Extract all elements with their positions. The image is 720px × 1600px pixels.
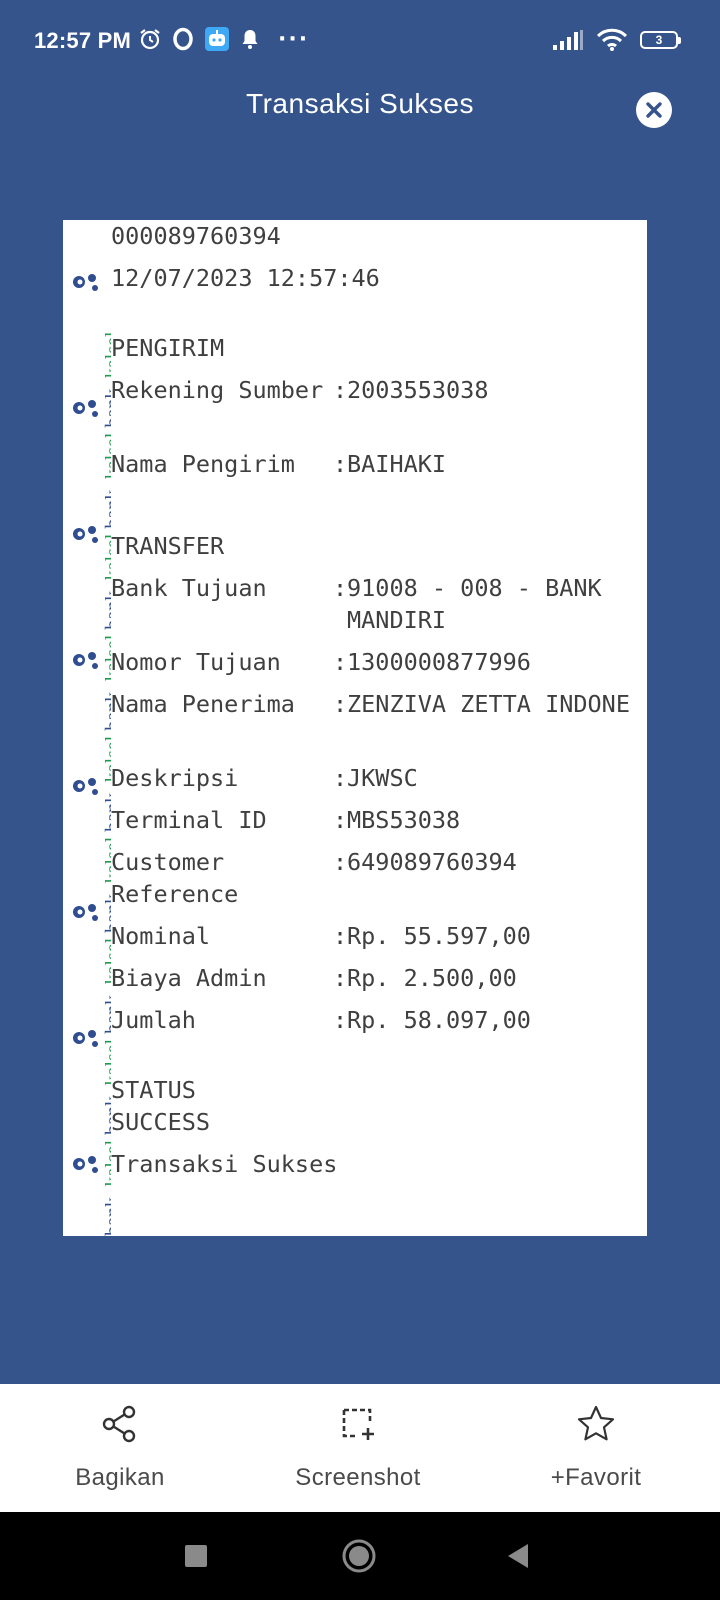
row-separator: : — [333, 964, 348, 992]
share-label: Bagikan — [75, 1464, 165, 1491]
row-separator: : — [333, 574, 348, 602]
watermark-dots — [73, 274, 98, 1173]
star-icon — [577, 1405, 615, 1441]
row-separator: : — [333, 690, 348, 718]
status-time: 12:57 PM — [34, 28, 131, 53]
status-notification-icons: ··· — [138, 26, 309, 52]
signal-icon — [553, 30, 583, 50]
alarm-icon — [140, 29, 160, 50]
favorite-label: +Favorit — [550, 1464, 642, 1491]
status-system-icons: 3 — [552, 28, 681, 52]
action-bar: Bagikan Screenshot +Favorit — [0, 1384, 720, 1512]
status-message: Transaksi Sukses — [111, 1150, 338, 1178]
close-icon — [646, 102, 662, 118]
row-value: Rp. 2.500,00 — [347, 964, 517, 992]
transfer-heading: TRANSFER — [111, 532, 225, 560]
opera-icon — [173, 27, 193, 51]
row-label: Rekening Sumber — [111, 376, 324, 404]
share-icon — [102, 1405, 136, 1443]
status-heading: STATUS — [111, 1076, 196, 1104]
row-label: Deskripsi — [111, 764, 239, 792]
row-label: Nama Pengirim — [111, 450, 295, 478]
row-value: MBS53038 — [347, 806, 461, 834]
row-label: Nomor Tujuan — [111, 648, 281, 676]
row-separator: : — [333, 450, 348, 478]
row-value: Rp. 58.097,00 — [347, 1006, 531, 1034]
row-label: Bank Tujuan — [111, 574, 267, 602]
row-separator: : — [333, 376, 348, 404]
row-label: Nominal — [111, 922, 211, 950]
wifi-icon — [596, 28, 628, 51]
share-button[interactable]: Bagikan — [20, 1404, 220, 1492]
more-notifications-icon: ··· — [278, 26, 310, 52]
row-separator: : — [333, 848, 348, 876]
row-separator: : — [333, 922, 348, 950]
row-value: 649089760394 — [347, 848, 517, 876]
screenshot-button[interactable]: Screenshot — [258, 1404, 458, 1492]
row-label: Customer Reference — [111, 848, 239, 908]
sender-heading: PENGIRIM — [111, 334, 225, 362]
status-bar: 12:57 PM ··· 3 — [0, 0, 720, 82]
row-separator: : — [333, 648, 348, 676]
back-icon[interactable] — [506, 1542, 530, 1570]
robot-app-icon — [205, 27, 229, 51]
bell-icon — [242, 30, 258, 49]
row-label: Terminal ID — [111, 806, 267, 834]
row-value: 91008 - 008 - BANK MANDIRI — [347, 574, 602, 634]
row-separator: : — [333, 1006, 348, 1034]
row-value: Rp. 55.597,00 — [347, 922, 531, 950]
row-value: ZENZIVA ZETTA INDONE — [347, 690, 630, 718]
favorite-button[interactable]: +Favorit — [496, 1404, 696, 1492]
battery-icon: 3 — [640, 31, 681, 49]
reference-number: 000089760394 — [111, 222, 281, 250]
status-value: SUCCESS — [111, 1108, 211, 1136]
row-value: 2003553038 — [347, 376, 489, 404]
screenshot-icon — [342, 1408, 374, 1440]
home-icon[interactable] — [341, 1538, 377, 1574]
row-value: BAIHAKI — [347, 450, 447, 478]
watermark-text: bank . kalsel bank . kalsel bank . kalse… — [102, 331, 111, 1236]
system-nav-bar — [0, 1512, 720, 1600]
row-separator: : — [333, 806, 348, 834]
row-value: 1300000877996 — [347, 648, 531, 676]
row-label: Jumlah — [111, 1006, 196, 1034]
row-label: Nama Penerima — [111, 690, 295, 718]
recents-icon[interactable] — [184, 1544, 208, 1568]
row-separator: : — [333, 764, 348, 792]
row-label: Biaya Admin — [111, 964, 267, 992]
screenshot-label: Screenshot — [295, 1464, 421, 1491]
bank-watermark: bank . kalsel bank . kalsel bank . kalse… — [63, 220, 111, 1236]
transaction-receipt: bank . kalsel bank . kalsel bank . kalse… — [63, 220, 647, 1236]
row-value: JKWSC — [347, 764, 418, 792]
transaction-datetime: 12/07/2023 12:57:46 — [111, 264, 380, 292]
page-title: Transaksi Sukses — [246, 88, 474, 119]
close-button[interactable] — [636, 92, 672, 128]
